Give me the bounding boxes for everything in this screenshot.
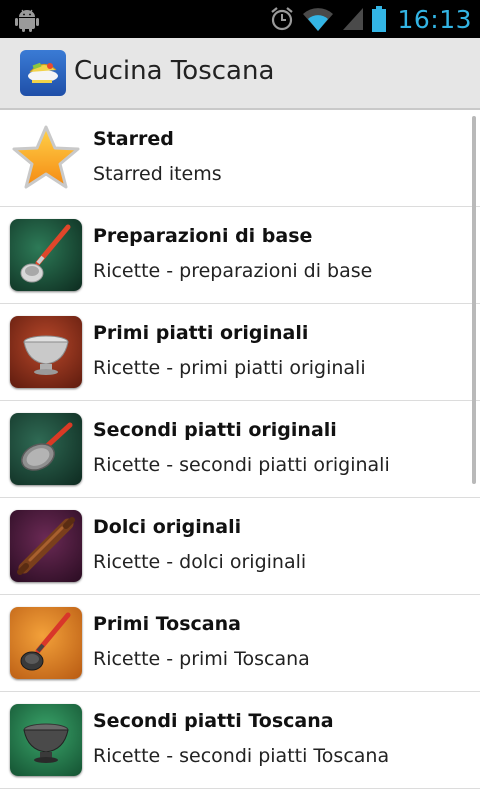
colander-icon xyxy=(10,704,82,776)
list-item-subtitle: Ricette - primi piatti originali xyxy=(93,357,366,379)
list-item-subtitle: Ricette - preparazioni di base xyxy=(93,260,373,282)
list-item-starred[interactable]: Starred Starred items xyxy=(0,110,480,207)
list-item-dolci-originali[interactable]: Dolci originali Ricette - dolci original… xyxy=(0,498,480,595)
category-list: Starred Starred items Preparazioni di ba… xyxy=(0,110,480,800)
rolling-pin-icon xyxy=(10,510,82,582)
action-bar: Cucina Toscana xyxy=(0,38,480,110)
list-item-title: Starred xyxy=(93,128,174,150)
clock: 16:13 xyxy=(397,4,472,34)
list-item-subtitle: Starred items xyxy=(93,163,222,185)
list-item-secondi-originali[interactable]: Secondi piatti originali Ricette - secon… xyxy=(0,401,480,498)
signal-icon xyxy=(343,8,364,30)
colander-icon xyxy=(10,316,82,388)
star-icon xyxy=(12,125,80,189)
ladle-icon xyxy=(10,219,82,291)
list-item-primi-originali[interactable]: Primi piatti originali Ricette - primi p… xyxy=(0,304,480,401)
list-item-subtitle: Ricette - secondi piatti originali xyxy=(93,454,390,476)
list-item-secondi-toscana[interactable]: Secondi piatti Toscana Ricette - secondi… xyxy=(0,692,480,789)
wifi-icon xyxy=(303,8,334,31)
pan-icon xyxy=(10,413,82,485)
battery-icon xyxy=(372,6,387,32)
list-item-title: Dolci originali xyxy=(93,516,242,538)
alarm-icon xyxy=(271,7,294,31)
list-item-subtitle: Ricette - dolci originali xyxy=(93,551,307,573)
android-icon xyxy=(15,9,39,32)
app-logo-icon[interactable] xyxy=(20,50,66,96)
list-item-title: Secondi piatti Toscana xyxy=(93,710,334,732)
scrollbar[interactable] xyxy=(472,116,476,484)
list-item-title: Preparazioni di base xyxy=(93,225,313,247)
list-item-subtitle: Ricette - primi Toscana xyxy=(93,648,310,670)
list-item-primi-toscana[interactable]: Primi Toscana Ricette - primi Toscana xyxy=(0,595,480,692)
list-item-subtitle: Ricette - secondi piatti Toscana xyxy=(93,745,390,767)
app-title: Cucina Toscana xyxy=(74,56,275,86)
list-item-preparazioni[interactable]: Preparazioni di base Ricette - preparazi… xyxy=(0,207,480,304)
ladle-icon xyxy=(10,607,82,679)
list-item-title: Secondi piatti originali xyxy=(93,419,337,441)
list-item-title: Primi piatti originali xyxy=(93,322,309,344)
list-item-title: Primi Toscana xyxy=(93,613,241,635)
status-bar: 16:13 xyxy=(0,0,480,38)
